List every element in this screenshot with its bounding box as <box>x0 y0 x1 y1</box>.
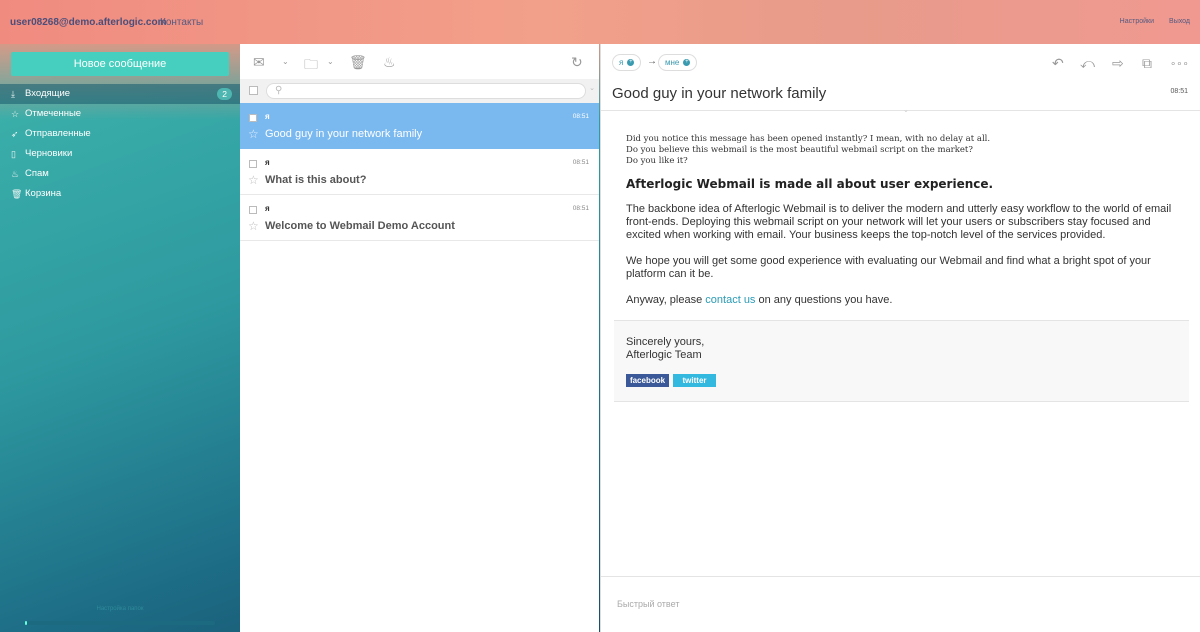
signature-block: Sincerely yours, Afterlogic Team faceboo… <box>614 320 1189 402</box>
chevron-down-icon[interactable]: ⌄ <box>327 57 334 66</box>
logout-link[interactable]: Выход <box>1169 18 1190 25</box>
message-row[interactable]: я 08:51 ☆ Welcome to Webmail Demo Accoun… <box>240 195 599 241</box>
contacts-link[interactable]: Контакты <box>160 17 203 28</box>
quick-reply-placeholder: Быстрый ответ <box>617 599 680 609</box>
draft-icon: ▯ <box>11 149 16 159</box>
intro-line: Do you believe this webmail is the most … <box>626 145 973 155</box>
search-row: ⚲ ⌄ <box>240 79 599 103</box>
intro-line: Did you notice this message has been ope… <box>626 134 991 144</box>
facebook-button[interactable]: facebook <box>626 374 669 387</box>
star-icon[interactable]: ☆ <box>248 173 259 187</box>
search-icon: ⚲ <box>275 85 283 96</box>
message-time: 08:51 <box>572 205 589 212</box>
message-sender: я <box>265 158 270 167</box>
folder-drafts[interactable]: ▯ Черновики <box>0 144 240 164</box>
send-icon: ➶ <box>11 129 19 139</box>
quota-fill <box>25 621 27 625</box>
message-subject-title: Good guy in your network family <box>612 85 827 102</box>
sidebar: Новое сообщение ⤓ Входящие 2 ☆ Отмеченны… <box>0 44 240 632</box>
forward-icon[interactable]: ⇨ <box>1112 55 1124 72</box>
message-checkbox[interactable] <box>249 114 257 122</box>
folder-label: Черновики <box>25 148 73 159</box>
message-subject: What is this about? <box>265 174 367 186</box>
message-subject: Good guy in your network family <box>265 128 423 140</box>
body-paragraph: The backbone idea of Afterlogic Webmail … <box>626 203 1172 241</box>
para-text: Anyway, please <box>626 294 706 306</box>
chevron-down-icon[interactable]: ⌄ <box>903 106 909 114</box>
message-time: 08:51 <box>572 159 589 166</box>
message-checkbox[interactable] <box>249 160 257 168</box>
user-email[interactable]: user08268@demo.afterlogic.com <box>10 17 166 28</box>
intro-line: Do you like it? <box>626 156 688 166</box>
folder-label: Входящие <box>25 88 71 99</box>
reply-icon[interactable]: ↶ <box>1052 55 1064 72</box>
to-chip[interactable]: мне + <box>658 54 698 71</box>
unread-count-badge: 2 <box>217 88 232 100</box>
divider <box>601 110 1200 111</box>
more-icon[interactable]: ∘∘∘ <box>1170 59 1189 70</box>
star-icon[interactable]: ☆ <box>248 219 259 233</box>
message-row[interactable]: я 08:51 ☆ What is this about? <box>240 149 599 195</box>
signature-line: Sincerely yours, <box>626 336 705 348</box>
quick-reply-area[interactable]: Быстрый ответ <box>601 576 1200 632</box>
add-contact-icon[interactable]: + <box>683 59 691 67</box>
add-contact-icon[interactable]: + <box>627 59 635 67</box>
new-message-button[interactable]: Новое сообщение <box>11 52 229 76</box>
message-checkbox[interactable] <box>249 206 257 214</box>
folder-starred[interactable]: ☆ Отмеченные <box>0 104 240 124</box>
folder-label: Отправленные <box>25 128 91 139</box>
settings-link[interactable]: Настройки <box>1120 18 1154 25</box>
folder-inbox[interactable]: ⤓ Входящие 2 <box>0 84 240 104</box>
message-sender: я <box>265 112 270 121</box>
inbox-icon: ⤓ <box>11 89 15 99</box>
folder-settings-link[interactable]: Настройка папок <box>0 606 240 612</box>
twitter-button[interactable]: twitter <box>673 374 716 387</box>
message-row[interactable]: я 08:51 ☆ Good guy in your network famil… <box>240 103 599 149</box>
spam-icon[interactable]: ♨ <box>383 54 396 71</box>
folder-list: ⤓ Входящие 2 ☆ Отмеченные ➶ Отправленные… <box>0 84 240 204</box>
intro-text: Did you notice this message has been ope… <box>626 134 1176 167</box>
para-text: on any questions you have. <box>755 294 893 306</box>
chevron-down-icon[interactable]: ⌄ <box>282 57 289 66</box>
open-new-window-icon[interactable]: ⧉ <box>1142 55 1152 72</box>
message-viewer: я + → мне + ↶ ⤺ ⇨ ⧉ ∘∘∘ Good guy in your n… <box>600 44 1200 632</box>
select-all-checkbox[interactable] <box>249 86 258 95</box>
refresh-icon[interactable]: ↻ <box>571 54 583 71</box>
star-icon[interactable]: ☆ <box>248 127 259 141</box>
signature-line: Afterlogic Team <box>626 349 702 361</box>
top-bar: user08268@demo.afterlogic.com Контакты Н… <box>0 0 1200 44</box>
spam-icon: ♨ <box>11 169 20 179</box>
reply-all-icon[interactable]: ⤺ <box>1080 55 1095 72</box>
folder-spam[interactable]: ♨ Спам <box>0 164 240 184</box>
trash-icon: 🗑 <box>11 189 23 199</box>
message-sender: я <box>265 204 270 213</box>
delete-icon[interactable]: 🗑 <box>349 54 367 71</box>
mark-read-icon[interactable]: ✉ <box>253 54 265 71</box>
from-chip-label: я <box>619 58 624 67</box>
contact-us-link[interactable]: contact us <box>705 294 755 306</box>
folder-trash[interactable]: 🗑 Корзина <box>0 184 240 204</box>
message-time: 08:51 <box>1170 88 1188 95</box>
search-input[interactable]: ⚲ <box>266 83 586 99</box>
quota-bar <box>25 621 215 625</box>
arrow-right-icon: → <box>647 56 657 67</box>
star-icon: ☆ <box>11 109 20 119</box>
to-chip-label: мне <box>665 58 680 67</box>
folder-label: Отмеченные <box>25 108 82 119</box>
message-time: 08:51 <box>572 113 589 120</box>
message-list-panel: ✉ ⌄ 🗀 ⌄ 🗑 ♨ ↻ ⚲ ⌄ я 08:51 ☆ Good guy in … <box>240 44 599 632</box>
list-toolbar: ✉ ⌄ 🗀 ⌄ 🗑 ♨ ↻ <box>240 44 599 79</box>
folder-sent[interactable]: ➶ Отправленные <box>0 124 240 144</box>
move-to-folder-icon[interactable]: 🗀 <box>304 54 318 78</box>
message-body: Did you notice this message has been ope… <box>626 134 1176 307</box>
folder-label: Корзина <box>25 188 62 199</box>
body-heading: Afterlogic Webmail is made all about use… <box>626 177 994 191</box>
body-paragraph: Anyway, please contact us on any questio… <box>626 294 1176 307</box>
from-chip[interactable]: я + <box>612 54 642 71</box>
chevron-down-icon[interactable]: ⌄ <box>589 84 595 92</box>
folder-label: Спам <box>25 168 49 179</box>
message-subject: Welcome to Webmail Demo Account <box>265 220 455 232</box>
body-paragraph: We hope you will get some good experienc… <box>626 255 1151 280</box>
